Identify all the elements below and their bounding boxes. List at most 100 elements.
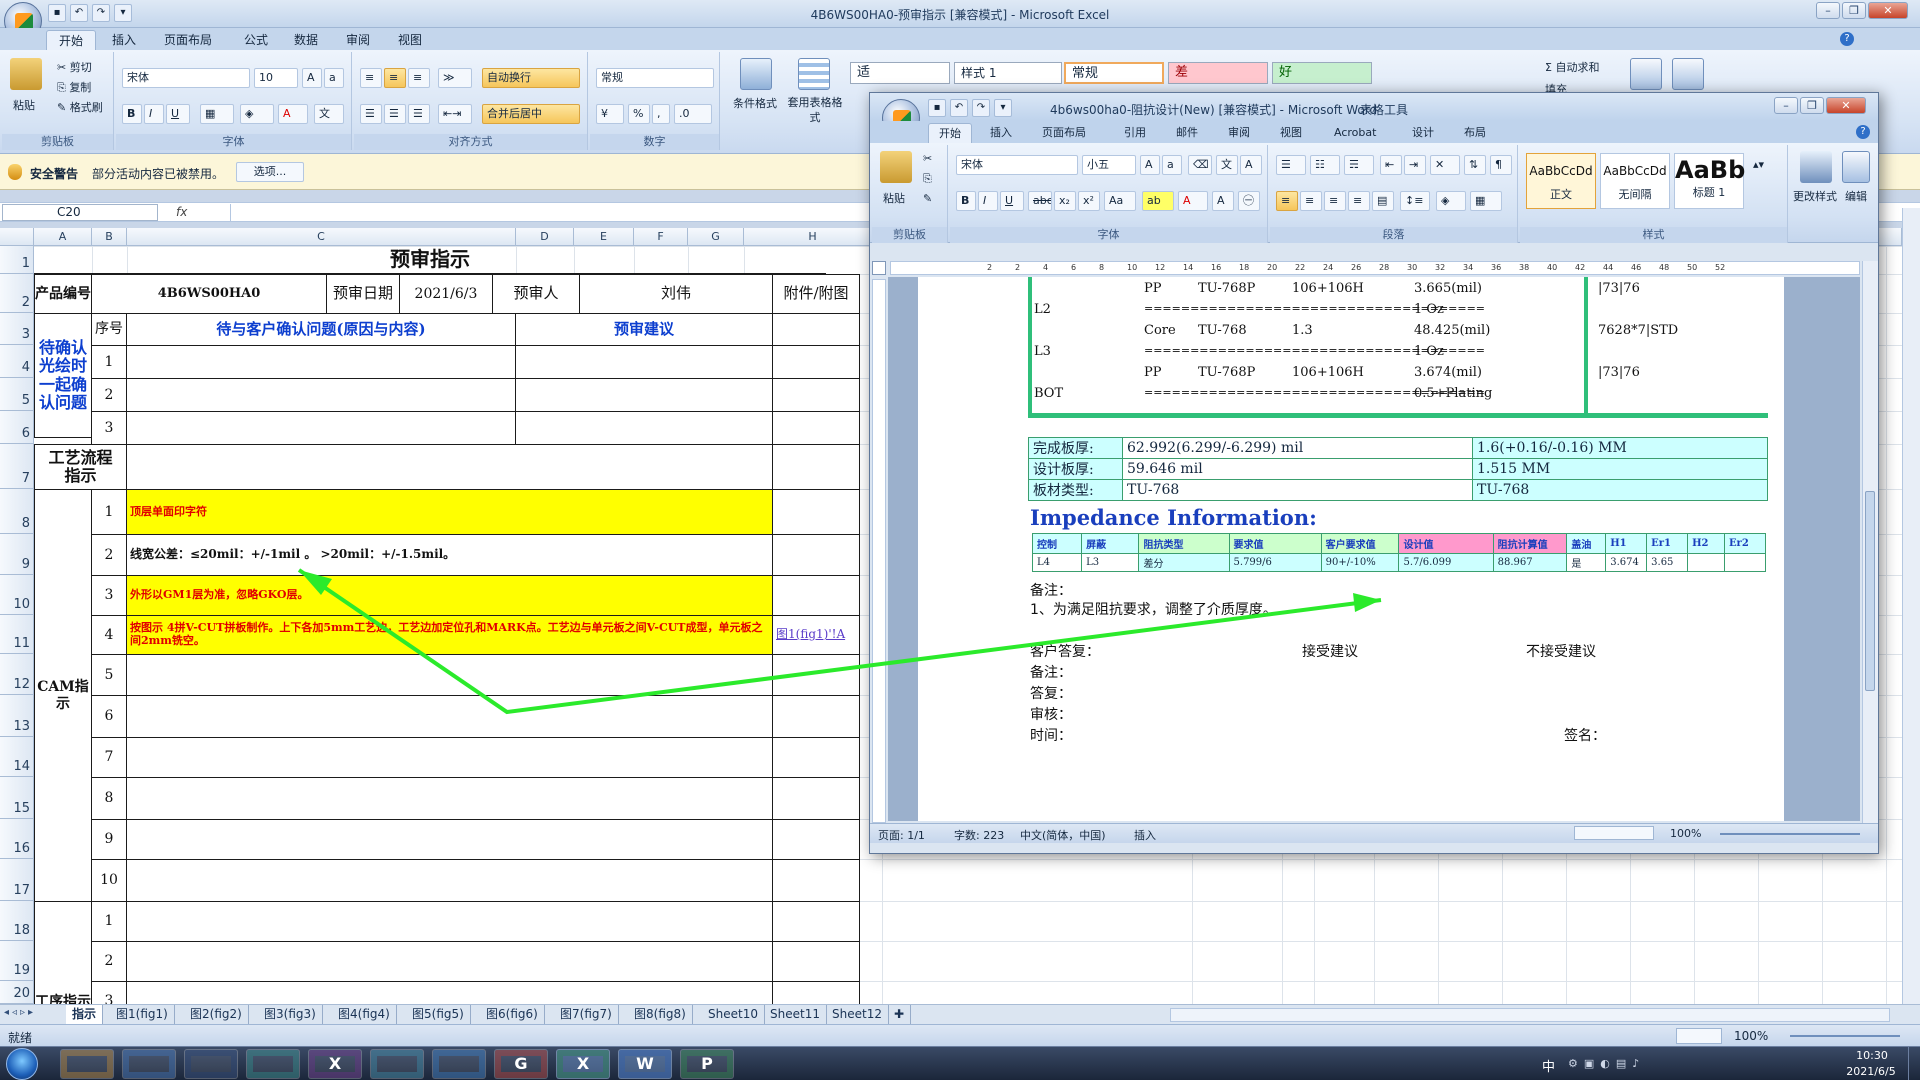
decimal-icon[interactable]: .0 <box>674 104 712 124</box>
cam-attach-1[interactable] <box>772 489 860 535</box>
row-header-19[interactable]: 19 <box>0 941 34 981</box>
cell-style-good[interactable]: 好 <box>1272 62 1372 84</box>
taskbar-app-4[interactable] <box>246 1049 300 1079</box>
fill-color-icon[interactable]: ◈ <box>240 104 274 124</box>
row-header-9[interactable]: 9 <box>0 534 34 575</box>
cell-style-style1[interactable]: 样式 1 <box>954 62 1062 84</box>
align-center-icon[interactable]: ☰ <box>384 104 406 124</box>
show-desktop-button[interactable] <box>1908 1047 1920 1080</box>
multilevel-icon[interactable]: ☴ <box>1344 155 1374 175</box>
sort-icon[interactable]: ⇅ <box>1464 155 1486 175</box>
excel-horizontal-scrollbar[interactable] <box>1170 1008 1890 1022</box>
sheet-tab-3[interactable]: 图2(fig2) <box>184 1005 249 1024</box>
minimize-icon[interactable]: – <box>1816 2 1840 19</box>
char-shading-icon[interactable]: A <box>1212 191 1234 211</box>
align-middle-icon[interactable]: ≡ <box>384 68 406 88</box>
impedance-table[interactable]: 控制 屏蔽 阻抗类型 要求值 客户要求值 设计值 阻抗计算值 盖油 H1 Er1 H2 Er2 L4 L3… <box>1031 533 1767 572</box>
word-bold-icon[interactable]: B <box>956 191 976 211</box>
column-header-f[interactable]: F <box>634 228 688 246</box>
taskbar-app-5[interactable]: X <box>308 1049 362 1079</box>
row-header-20[interactable]: 20 <box>0 981 34 1004</box>
tab-home[interactable]: 开始 <box>46 30 97 50</box>
confirm-issue-1[interactable] <box>126 345 516 379</box>
taskbar-app-7[interactable] <box>432 1049 486 1079</box>
ime-indicator[interactable]: 中 <box>1542 1056 1555 1075</box>
number-format-select[interactable]: 常规 <box>596 68 714 88</box>
taskbar-app-10[interactable]: W <box>618 1049 672 1079</box>
insert-sheet-icon[interactable]: ✚ <box>888 1005 912 1024</box>
taskbar-app-3[interactable] <box>184 1049 238 1079</box>
orientation-icon[interactable]: ≫ <box>438 68 472 88</box>
word-align-left-icon[interactable]: ≡ <box>1276 191 1298 211</box>
confirm-suggest-3[interactable] <box>515 411 773 445</box>
bullets-icon[interactable]: ☰ <box>1276 155 1306 175</box>
sheet-tab-9[interactable]: 图8(fig8) <box>628 1005 693 1024</box>
bold-icon[interactable]: B <box>122 104 142 124</box>
cam-attach-6[interactable] <box>772 695 860 738</box>
thickness-table[interactable]: 完成板厚: 62.992(6.299/-6.299) mil 1.6(+0.16/-… <box>1028 437 1768 501</box>
tab-formulas[interactable]: 公式 <box>232 30 280 50</box>
word-close-icon[interactable]: ✕ <box>1826 97 1866 114</box>
tab-insert[interactable]: 插入 <box>100 30 148 50</box>
word-zoom-slider[interactable] <box>1720 833 1860 835</box>
taskbar-app-9[interactable]: X <box>556 1049 610 1079</box>
procedure-attach-1[interactable] <box>772 901 860 942</box>
cam-instruction-8[interactable] <box>126 777 773 820</box>
clock-time[interactable]: 10:30 <box>1842 1049 1902 1062</box>
sheet-tab-8[interactable]: 图7(fig7) <box>554 1005 619 1024</box>
shading-icon[interactable]: ◈ <box>1436 191 1466 211</box>
row-header-15[interactable]: 15 <box>0 777 34 819</box>
word-zoom-level[interactable]: 100% <box>1670 827 1701 840</box>
confirm-attach-3[interactable] <box>772 411 860 445</box>
name-box[interactable]: C20 <box>2 204 158 221</box>
select-all-corner[interactable] <box>0 228 34 246</box>
confirm-suggest-1[interactable] <box>515 345 773 379</box>
word-save-icon[interactable]: ▪ <box>928 99 946 117</box>
cam-instruction-9[interactable] <box>126 819 773 860</box>
font-name-select[interactable]: 宋体 <box>122 68 250 88</box>
clear-format-icon[interactable]: ⌫ <box>1188 155 1212 175</box>
word-cut-icon[interactable]: ✂ <box>918 149 937 169</box>
row-header-16[interactable]: 16 <box>0 819 34 859</box>
change-styles-icon[interactable] <box>1800 151 1832 183</box>
attachment-cell[interactable] <box>772 313 860 346</box>
asian-layout-icon[interactable]: ✕ <box>1430 155 1460 175</box>
column-header-c[interactable]: C <box>127 228 516 246</box>
phonetic-icon[interactable]: 文 <box>314 104 344 124</box>
style-no-spacing[interactable]: AaBbCcDd 无间隔 <box>1600 153 1670 209</box>
word-tab-page-layout[interactable]: 页面布局 <box>1032 123 1096 143</box>
word-tab-design[interactable]: 设计 <box>1402 123 1444 143</box>
taskbar-app-11[interactable]: P <box>680 1049 734 1079</box>
border-icon[interactable]: ▦ <box>200 104 234 124</box>
word-font-size-select[interactable]: 小五 <box>1082 155 1136 175</box>
word-format-painter-icon[interactable]: ✎ <box>918 189 937 209</box>
cell-style-normal[interactable]: 常规 <box>1064 62 1164 84</box>
column-header-e[interactable]: E <box>574 228 634 246</box>
security-options-button[interactable]: 选项... <box>236 162 304 182</box>
word-italic-icon[interactable]: I <box>978 191 998 211</box>
excel-vertical-scrollbar[interactable] <box>1902 208 1920 1004</box>
column-header-b[interactable]: B <box>92 228 127 246</box>
decrease-indent-icon[interactable]: ⇤ <box>1380 155 1402 175</box>
conditional-format-button[interactable]: 条件格式 <box>728 94 782 114</box>
word-border-icon[interactable]: ▦ <box>1470 191 1502 211</box>
cam-attach-9[interactable] <box>772 819 860 860</box>
sheet-tab-10[interactable]: Sheet10 <box>702 1005 765 1024</box>
word-qat-dropdown-icon[interactable]: ▾ <box>994 99 1012 117</box>
font-size-select[interactable]: 10 <box>254 68 298 88</box>
align-left-icon[interactable]: ☰ <box>360 104 382 124</box>
word-tab-layout[interactable]: 布局 <box>1454 123 1496 143</box>
conditional-format-icon[interactable] <box>740 58 772 90</box>
shrink-font-icon[interactable]: a <box>324 68 344 88</box>
word-paste-button[interactable]: 粘贴 <box>878 189 910 209</box>
cam-attach-5[interactable] <box>772 654 860 696</box>
cell-style-bad[interactable]: 差 <box>1168 62 1268 84</box>
comma-icon[interactable]: , <box>652 104 670 124</box>
superscript-icon[interactable]: x² <box>1078 191 1100 211</box>
column-header-g[interactable]: G <box>688 228 744 246</box>
help-icon[interactable]: ? <box>1840 32 1854 46</box>
paste-icon[interactable] <box>10 58 42 90</box>
show-marks-icon[interactable]: ¶ <box>1490 155 1512 175</box>
phonetic-guide-icon[interactable]: 文 <box>1216 155 1238 175</box>
tab-view[interactable]: 视图 <box>386 30 434 50</box>
